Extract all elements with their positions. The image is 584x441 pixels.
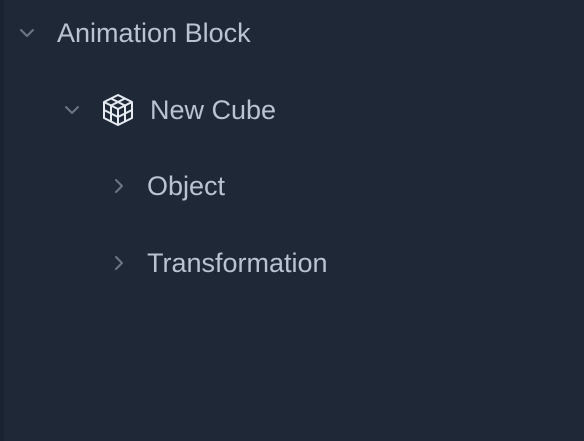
outliner-panel: Animation Block New Cube Object Transfor… bbox=[0, 0, 584, 441]
tree-row-label: Animation Block bbox=[57, 17, 251, 48]
tree-row-label: New Cube bbox=[150, 94, 277, 125]
tree-row-transformation[interactable]: Transformation bbox=[110, 243, 328, 283]
chevron-down-icon[interactable] bbox=[63, 101, 81, 119]
tree-row-object[interactable]: Object bbox=[110, 166, 225, 206]
chevron-down-icon[interactable] bbox=[18, 24, 36, 42]
panel-edge bbox=[0, 0, 4, 441]
tree-row-label: Transformation bbox=[147, 247, 328, 278]
cube-icon bbox=[100, 92, 136, 128]
tree-row-animation-block[interactable]: Animation Block bbox=[18, 13, 251, 53]
tree-row-new-cube[interactable]: New Cube bbox=[63, 90, 276, 130]
tree-row-label: Object bbox=[147, 170, 226, 201]
chevron-right-icon[interactable] bbox=[110, 254, 128, 272]
chevron-right-icon[interactable] bbox=[110, 177, 128, 195]
